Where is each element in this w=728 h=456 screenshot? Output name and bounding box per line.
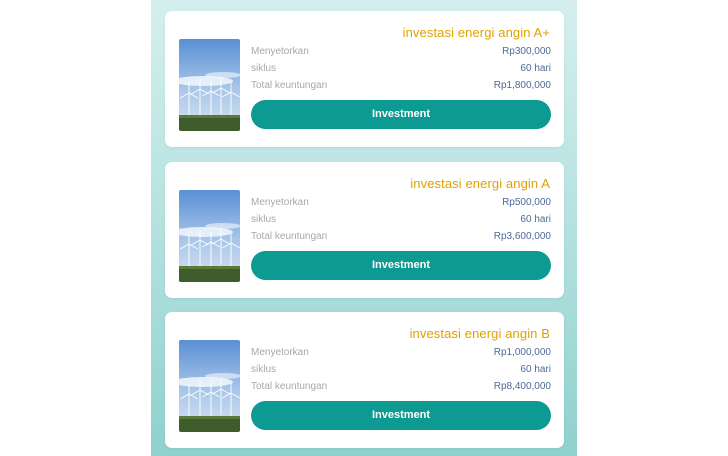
profit-value: Rp8,400,000: [493, 381, 551, 392]
cycle-value: 60 hari: [520, 364, 551, 375]
product-title: investasi energi angin B: [409, 326, 550, 341]
wind-turbine-image: [179, 340, 240, 432]
deposit-label: Menyetorkan: [251, 197, 309, 208]
product-title: investasi energi angin A: [410, 176, 550, 191]
wind-turbine-image: [179, 39, 240, 131]
cycle-label: siklus: [251, 214, 277, 225]
profit-label: Total keuntungan: [251, 381, 328, 392]
deposit-value: Rp500,000: [502, 197, 551, 208]
deposit-label: Menyetorkan: [251, 46, 309, 57]
wind-turbine-image: [179, 190, 240, 282]
cycle-row: siklus 60 hari: [251, 62, 551, 76]
deposit-value: Rp300,000: [502, 46, 551, 57]
deposit-row: Menyetorkan Rp500,000: [251, 196, 551, 210]
cycle-value: 60 hari: [520, 63, 551, 74]
profit-value: Rp3,600,000: [493, 231, 551, 242]
product-title: investasi energi angin A+: [402, 25, 550, 40]
profit-value: Rp1,800,000: [493, 80, 551, 91]
investment-button[interactable]: Investment: [251, 401, 551, 430]
deposit-label: Menyetorkan: [251, 347, 309, 358]
cycle-label: siklus: [251, 364, 277, 375]
investment-button[interactable]: Investment: [251, 251, 551, 280]
investment-button[interactable]: Investment: [251, 100, 551, 129]
profit-label: Total keuntungan: [251, 80, 328, 91]
cycle-row: siklus 60 hari: [251, 213, 551, 227]
product-list: investasi energi angin A+ Menyetorkan Rp…: [151, 0, 577, 456]
cycle-row: siklus 60 hari: [251, 363, 551, 377]
profit-row: Total keuntungan Rp3,600,000: [251, 230, 551, 244]
profit-row: Total keuntungan Rp1,800,000: [251, 79, 551, 93]
profit-label: Total keuntungan: [251, 231, 328, 242]
deposit-row: Menyetorkan Rp300,000: [251, 45, 551, 59]
product-card: investasi energi angin B Menyetorkan Rp1…: [165, 312, 564, 448]
product-card: investasi energi angin A+ Menyetorkan Rp…: [165, 11, 564, 147]
profit-row: Total keuntungan Rp8,400,000: [251, 380, 551, 394]
deposit-value: Rp1,000,000: [493, 347, 551, 358]
cycle-label: siklus: [251, 63, 277, 74]
cycle-value: 60 hari: [520, 214, 551, 225]
product-card: investasi energi angin A Menyetorkan Rp5…: [165, 162, 564, 298]
deposit-row: Menyetorkan Rp1,000,000: [251, 346, 551, 360]
